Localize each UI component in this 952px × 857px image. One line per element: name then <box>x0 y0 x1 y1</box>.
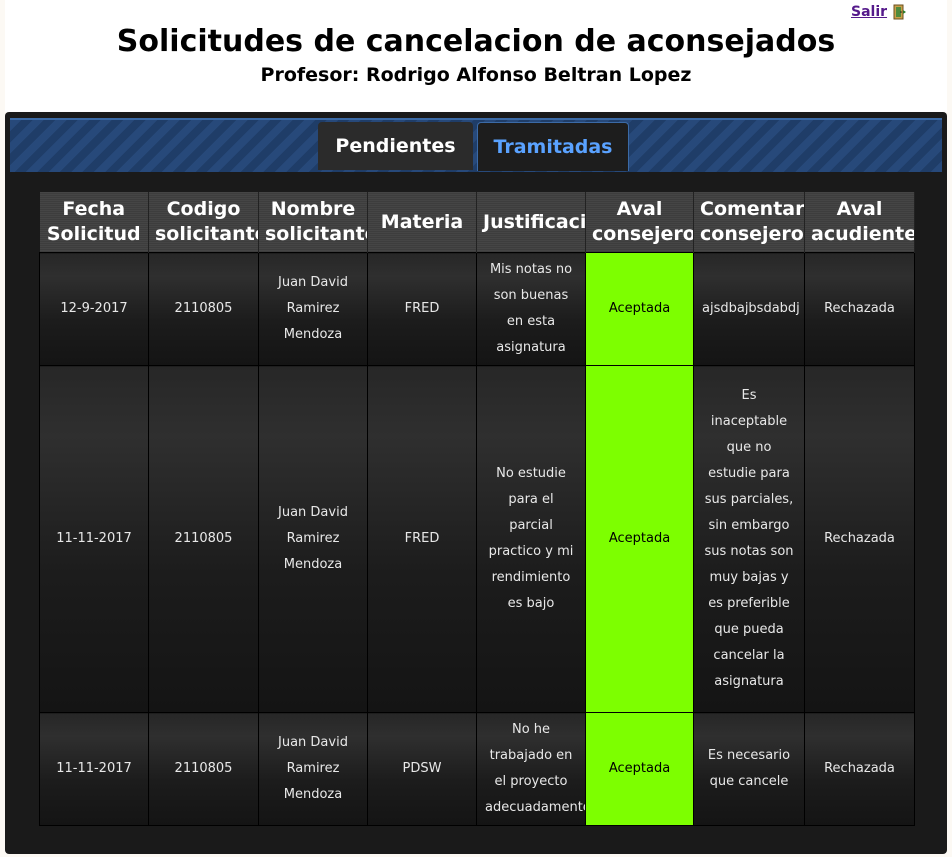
table-header-row: Fecha Solicitud Codigo solicitante Nombre s… <box>39 192 915 253</box>
cell-aval-acudiente: Rechazada <box>804 365 915 713</box>
column-header-codigo[interactable]: Codigo solicitante <box>148 192 259 253</box>
table-row: 12-9-2017 2110805 Juan David Ramirez Men… <box>39 252 915 366</box>
page-title: Solicitudes de cancelacion de aconsejado… <box>116 24 836 59</box>
cell-comentario: Es inaceptable que no estudie para sus p… <box>693 365 805 713</box>
cell-materia: FRED <box>367 365 477 713</box>
cell-fecha: 11-11-2017 <box>39 365 149 713</box>
logout-link[interactable]: Salir <box>851 4 887 20</box>
column-header-justificacion[interactable]: Justificacion <box>476 192 586 253</box>
column-header-aval-acudiente[interactable]: Aval acudiente <box>804 192 915 253</box>
column-header-nombre[interactable]: Nombre solicitante <box>258 192 368 253</box>
cell-nombre: Juan David Ramirez Mendoza <box>258 252 368 366</box>
cell-aval-consejero: Aceptada <box>585 365 694 713</box>
cell-fecha: 12-9-2017 <box>39 252 149 366</box>
cell-codigo: 2110805 <box>148 252 259 366</box>
column-header-comentario[interactable]: Comentarioconsejero <box>693 192 805 253</box>
cell-justificacion: Mis notas no son buenas en esta asignatu… <box>476 252 586 366</box>
cell-nombre: Juan David Ramirez Mendoza <box>258 365 368 713</box>
page-subtitle: Profesor: Rodrigo Alfonso Beltran Lopez <box>260 64 692 86</box>
cell-aval-consejero: Aceptada <box>585 712 694 826</box>
cell-aval-acudiente: Rechazada <box>804 712 915 826</box>
cell-fecha: 11-11-2017 <box>39 712 149 826</box>
cell-materia: PDSW <box>367 712 477 826</box>
tab-tramitadas[interactable]: Tramitadas <box>477 122 629 171</box>
cell-aval-consejero: Aceptada <box>585 252 694 366</box>
content-panel: Pendientes Tramitadas Fecha Solicitud Cod… <box>5 112 947 854</box>
cell-nombre: Juan David Ramirez Mendoza <box>258 712 368 826</box>
cell-codigo: 2110805 <box>148 365 259 713</box>
column-header-materia[interactable]: Materia <box>367 192 477 253</box>
tab-pendientes[interactable]: Pendientes <box>318 122 473 170</box>
tab-list: Pendientes Tramitadas <box>318 122 629 171</box>
cell-comentario: Es necesario que cancele <box>693 712 805 826</box>
table-row: 11-11-2017 2110805 Juan David Ramirez Me… <box>39 365 915 713</box>
door-exit-icon[interactable] <box>891 4 907 20</box>
cell-comentario: ajsdbajbsdabdj <box>693 252 805 366</box>
column-header-fecha[interactable]: Fecha Solicitud <box>39 192 149 253</box>
logout: Salir <box>851 4 907 20</box>
cell-aval-acudiente: Rechazada <box>804 252 915 366</box>
cell-justificacion: No estudie para el parcial practico y mi… <box>476 365 586 713</box>
cell-codigo: 2110805 <box>148 712 259 826</box>
table-row: 11-11-2017 2110805 Juan David Ramirez Me… <box>39 712 915 826</box>
column-header-aval-consejero[interactable]: Aval consejero <box>585 192 694 253</box>
requests-table: Fecha Solicitud Codigo solicitante Nombre s… <box>39 192 915 826</box>
cell-materia: FRED <box>367 252 477 366</box>
cell-justificacion: No he trabajado en el proyecto adecuadam… <box>476 712 586 826</box>
